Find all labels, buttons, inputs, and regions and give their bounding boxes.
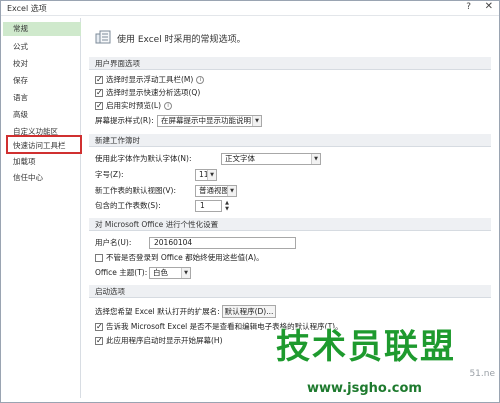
- font-size-select[interactable]: 11 ▼: [195, 169, 217, 181]
- live-preview-checkbox[interactable]: [95, 100, 103, 112]
- username-input[interactable]: 20160104: [149, 237, 296, 249]
- screentip-style-select[interactable]: 在屏幕提示中显示功能说明 ▼: [157, 115, 262, 127]
- default-programs-button[interactable]: 默认程序(D)...: [222, 305, 276, 318]
- sheet-count-stepper[interactable]: ▲ ▼: [223, 200, 231, 212]
- default-view-select[interactable]: 普通视图 ▼: [195, 185, 237, 197]
- quick-analysis-checkbox[interactable]: [95, 87, 103, 99]
- general-options-icon: [95, 30, 111, 44]
- page-header: 使用 Excel 时采用的常规选项。: [117, 35, 246, 45]
- show-start-screen-option[interactable]: 此应用程序启动时显示开始屏幕(H): [95, 335, 223, 347]
- sidebar-item-proofing[interactable]: 校对: [3, 57, 81, 71]
- always-use-checkbox[interactable]: [95, 254, 103, 262]
- section-ui-options: 用户界面选项: [89, 57, 491, 70]
- chevron-down-icon: ▼: [207, 170, 216, 180]
- show-start-screen-label: 此应用程序启动时显示开始屏幕(H): [106, 336, 223, 345]
- default-font-value: 正文字体: [225, 154, 255, 163]
- screentip-style-value: 在屏幕提示中显示功能说明: [161, 116, 251, 125]
- chevron-down-icon: ▼: [181, 268, 190, 278]
- info-icon: i: [164, 102, 173, 110]
- info-icon: i: [196, 76, 205, 84]
- sidebar-item-general[interactable]: 常规: [3, 22, 81, 36]
- sidebar-item-formulas[interactable]: 公式: [3, 40, 81, 54]
- mini-toolbar-checkbox[interactable]: [95, 74, 103, 86]
- section-startup: 启动选项: [89, 285, 491, 298]
- section-new-workbook: 新建工作簿时: [89, 134, 491, 147]
- close-icon[interactable]: ✕: [485, 1, 493, 12]
- chevron-down-icon: ▼: [227, 186, 236, 196]
- quick-analysis-option[interactable]: 选择时显示快速分析选项(Q): [95, 87, 200, 99]
- always-use-option[interactable]: 不管是否登录到 Office 都始终使用这些值(A)。: [95, 252, 264, 264]
- screentip-label: 屏幕提示样式(R):: [95, 116, 154, 125]
- sidebar-item-trust-center[interactable]: 信任中心: [3, 171, 81, 185]
- default-font-select[interactable]: 正文字体 ▼: [221, 153, 321, 165]
- highlight-box: [6, 135, 82, 154]
- options-sidebar: 常规 公式 校对 保存 语言 高级 自定义功能区 快速访问工具栏 加载项 信任中…: [3, 18, 81, 398]
- watermark-corner: 51.ne: [469, 369, 495, 379]
- sidebar-item-language[interactable]: 语言: [3, 91, 81, 105]
- quick-analysis-label: 选择时显示快速分析选项(Q): [106, 88, 201, 97]
- chevron-down-icon: ▼: [311, 154, 320, 164]
- default-view-label: 新工作表的默认视图(V):: [95, 186, 177, 195]
- sidebar-item-add-ins[interactable]: 加载项: [3, 155, 81, 169]
- extensions-label: 选择您希望 Excel 默认打开的扩展名:: [95, 307, 220, 316]
- watermark-brand: 技术员联盟: [276, 327, 456, 367]
- username-label: 用户名(U):: [95, 238, 132, 247]
- mini-toolbar-option[interactable]: 选择时显示浮动工具栏(M)i: [95, 74, 205, 86]
- section-personalize: 对 Microsoft Office 进行个性化设置: [89, 218, 491, 231]
- mini-toolbar-label: 选择时显示浮动工具栏(M): [106, 75, 194, 84]
- live-preview-option[interactable]: 启用实时预览(L)i: [95, 100, 173, 112]
- default-program-notify-checkbox[interactable]: [95, 321, 103, 333]
- default-font-label: 使用此字体作为默认字体(N):: [95, 154, 192, 163]
- office-theme-value: 白色: [153, 268, 168, 277]
- sidebar-item-advanced[interactable]: 高级: [3, 108, 81, 122]
- sidebar-item-save[interactable]: 保存: [3, 74, 81, 88]
- help-icon[interactable]: ?: [466, 2, 471, 12]
- default-view-value: 普通视图: [199, 186, 229, 195]
- watermark-url: www.jsgho.com: [307, 381, 422, 396]
- office-theme-label: Office 主题(T):: [95, 268, 148, 277]
- live-preview-label: 启用实时预览(L): [106, 101, 162, 110]
- always-use-label: 不管是否登录到 Office 都始终使用这些值(A)。: [106, 253, 264, 262]
- office-theme-select[interactable]: 白色 ▼: [149, 267, 191, 279]
- sheet-count-label: 包含的工作表数(S):: [95, 201, 161, 210]
- window-title: Excel 选项: [7, 4, 47, 13]
- excel-options-window: Excel 选项 ? ✕ 常规 公式 校对 保存 语言 高级 自定义功能区 快速…: [0, 0, 500, 403]
- sheet-count-input[interactable]: 1: [195, 200, 222, 212]
- spin-down-icon[interactable]: ▼: [223, 206, 231, 212]
- title-bar: Excel 选项 ? ✕: [1, 1, 499, 16]
- show-start-screen-checkbox[interactable]: [95, 335, 103, 347]
- font-size-label: 字号(Z):: [95, 170, 124, 179]
- chevron-down-icon: ▼: [252, 116, 261, 126]
